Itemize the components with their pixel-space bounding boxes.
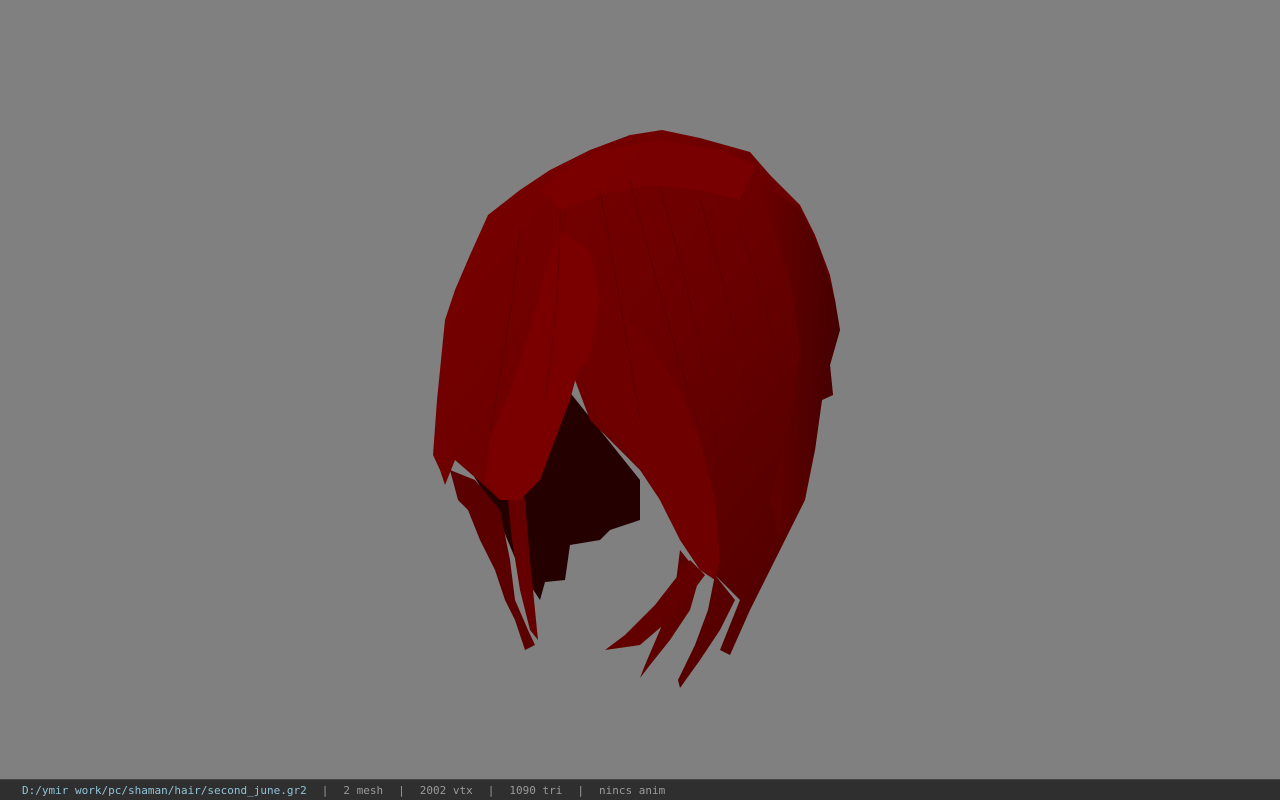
status-triangle-count: 1090 tri xyxy=(509,783,563,797)
status-vertex-count: 2002 vtx xyxy=(419,783,473,797)
status-separator: | xyxy=(398,783,405,797)
status-separator: | xyxy=(321,783,329,797)
3d-viewport[interactable] xyxy=(0,0,1280,779)
status-separator: | xyxy=(487,783,495,797)
status-separator: | xyxy=(577,783,584,797)
status-bar: D:/ymir work/pc/shaman/hair/second_june.… xyxy=(0,779,1280,800)
status-mesh-count: 2 mesh xyxy=(343,783,384,797)
status-file-path: D:/ymir work/pc/shaman/hair/second_june.… xyxy=(22,783,307,797)
status-anim: nincs anim xyxy=(599,783,666,797)
hair-model[interactable] xyxy=(0,0,1280,779)
